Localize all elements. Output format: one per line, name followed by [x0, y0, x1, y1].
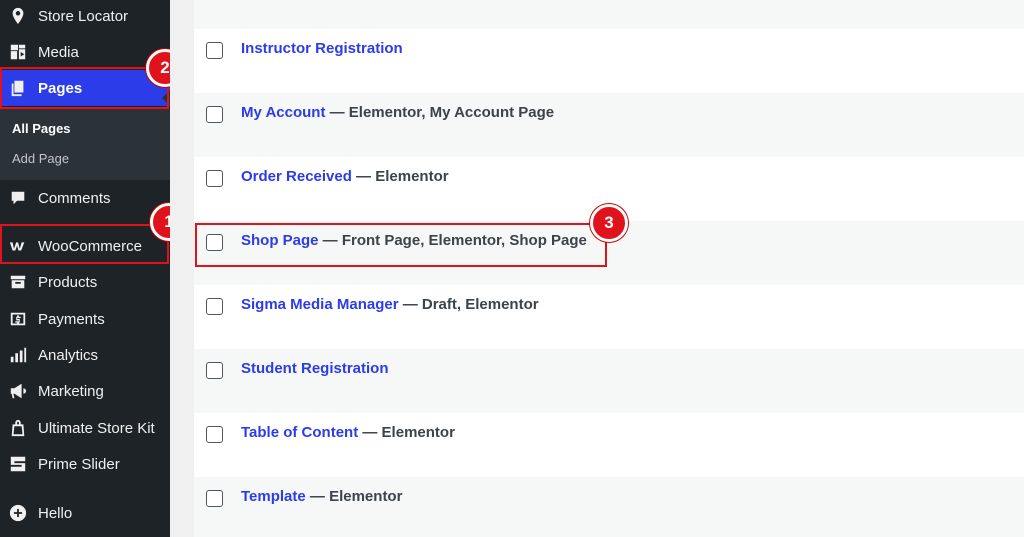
row-title-line: Order Received — Elementor — [241, 168, 449, 185]
step-badge-3: 3 — [590, 204, 628, 242]
sidebar-item-label: Ultimate Store Kit — [38, 419, 155, 437]
table-row — [194, 0, 1024, 29]
page-states: — Elementor — [351, 168, 449, 185]
sidebar-item-label: Marketing — [38, 382, 104, 400]
page-states: — Elementor, My Account Page — [325, 104, 555, 121]
row-checkbox[interactable] — [206, 42, 223, 59]
sidebar-item-analytics[interactable]: Analytics — [0, 337, 170, 373]
row-title-line: Table of Content — Elementor — [241, 424, 455, 441]
bag-icon — [8, 418, 28, 438]
woocommerce-highlight-box — [0, 224, 169, 264]
sidebar-item-store-locator[interactable]: Store Locator — [0, 0, 170, 34]
table-row: Template — Elementor — [194, 477, 1024, 537]
sidebar-item-label: Hello — [38, 504, 73, 522]
row-checkbox[interactable] — [206, 106, 223, 123]
map-pin-icon — [8, 6, 28, 26]
sidebar-item-label: Store Locator — [38, 7, 129, 25]
row-title-line: Template — Elementor — [241, 488, 402, 505]
sidebar-item-label: Media — [38, 43, 79, 61]
slider-icon — [8, 454, 28, 474]
row-checkbox[interactable] — [206, 362, 223, 379]
sidebar-item-hello[interactable]: Hello — [0, 495, 170, 531]
table-row: Instructor Registration — [194, 29, 1024, 93]
pages-list-table: Instructor Registration My Account — Ele… — [194, 0, 1024, 537]
comment-icon — [8, 188, 28, 208]
sidebar-item-label: Products — [38, 273, 98, 291]
table-row: My Account — Elementor, My Account Page — [194, 93, 1024, 157]
plus-circle-icon — [8, 503, 28, 523]
sidebar-item-label: Analytics — [38, 346, 99, 364]
row-title-line: My Account — Elementor, My Account Page — [241, 104, 554, 121]
page-title-link[interactable]: Template — [241, 488, 306, 505]
row-checkbox[interactable] — [206, 170, 223, 187]
table-row: Student Registration — [194, 349, 1024, 413]
sidebar-item-label: Comments — [38, 189, 111, 207]
table-row: Sigma Media Manager — Draft, Elementor — [194, 285, 1024, 349]
submenu-all-pages[interactable]: All Pages — [12, 121, 71, 136]
pages-highlight-box — [0, 67, 169, 109]
analytics-icon — [8, 345, 28, 365]
sidebar-item-prime-slider[interactable]: Prime Slider — [0, 446, 170, 482]
pages-submenu: All Pages Add Page — [0, 109, 170, 180]
row-checkbox[interactable] — [206, 490, 223, 507]
sidebar-item-payments[interactable]: Payments — [0, 301, 170, 337]
sidebar-item-comments[interactable]: Comments — [0, 180, 170, 216]
submenu-add-page[interactable]: Add Page — [12, 151, 69, 166]
row-title-line: Student Registration — [241, 360, 389, 377]
sidebar-item-media[interactable]: Media — [0, 34, 170, 70]
row-title-line: Sigma Media Manager — Draft, Elementor — [241, 296, 539, 313]
page-title-link[interactable]: Sigma Media Manager — [241, 296, 399, 313]
media-icon — [8, 42, 28, 62]
megaphone-icon — [8, 381, 28, 401]
page-title-link[interactable]: Instructor Registration — [241, 40, 403, 57]
sidebar-item-marketing[interactable]: Marketing — [0, 373, 170, 409]
sidebar-item-label: Prime Slider — [38, 455, 120, 473]
row-title-line: Instructor Registration — [241, 40, 403, 57]
page-title-link[interactable]: Order Received — [241, 168, 352, 185]
page-title-link[interactable]: Table of Content — [241, 424, 358, 441]
page-states: — Draft, Elementor — [398, 296, 539, 313]
page-title-link[interactable]: My Account — [241, 104, 325, 121]
payments-icon — [8, 309, 28, 329]
sidebar-item-label: Payments — [38, 310, 105, 328]
page-states: — Elementor — [305, 488, 403, 505]
sidebar-item-ultimate-store-kit[interactable]: Ultimate Store Kit — [0, 410, 170, 446]
row-checkbox[interactable] — [206, 426, 223, 443]
page-title-link[interactable]: Student Registration — [241, 360, 389, 377]
page-states: — Elementor — [358, 424, 455, 441]
table-row: Table of Content — Elementor — [194, 413, 1024, 477]
row-checkbox[interactable] — [206, 298, 223, 315]
archive-icon — [8, 272, 28, 292]
shop-page-highlight-box — [195, 223, 607, 267]
sidebar-item-products[interactable]: Products — [0, 264, 170, 300]
content-gutter — [170, 0, 194, 537]
